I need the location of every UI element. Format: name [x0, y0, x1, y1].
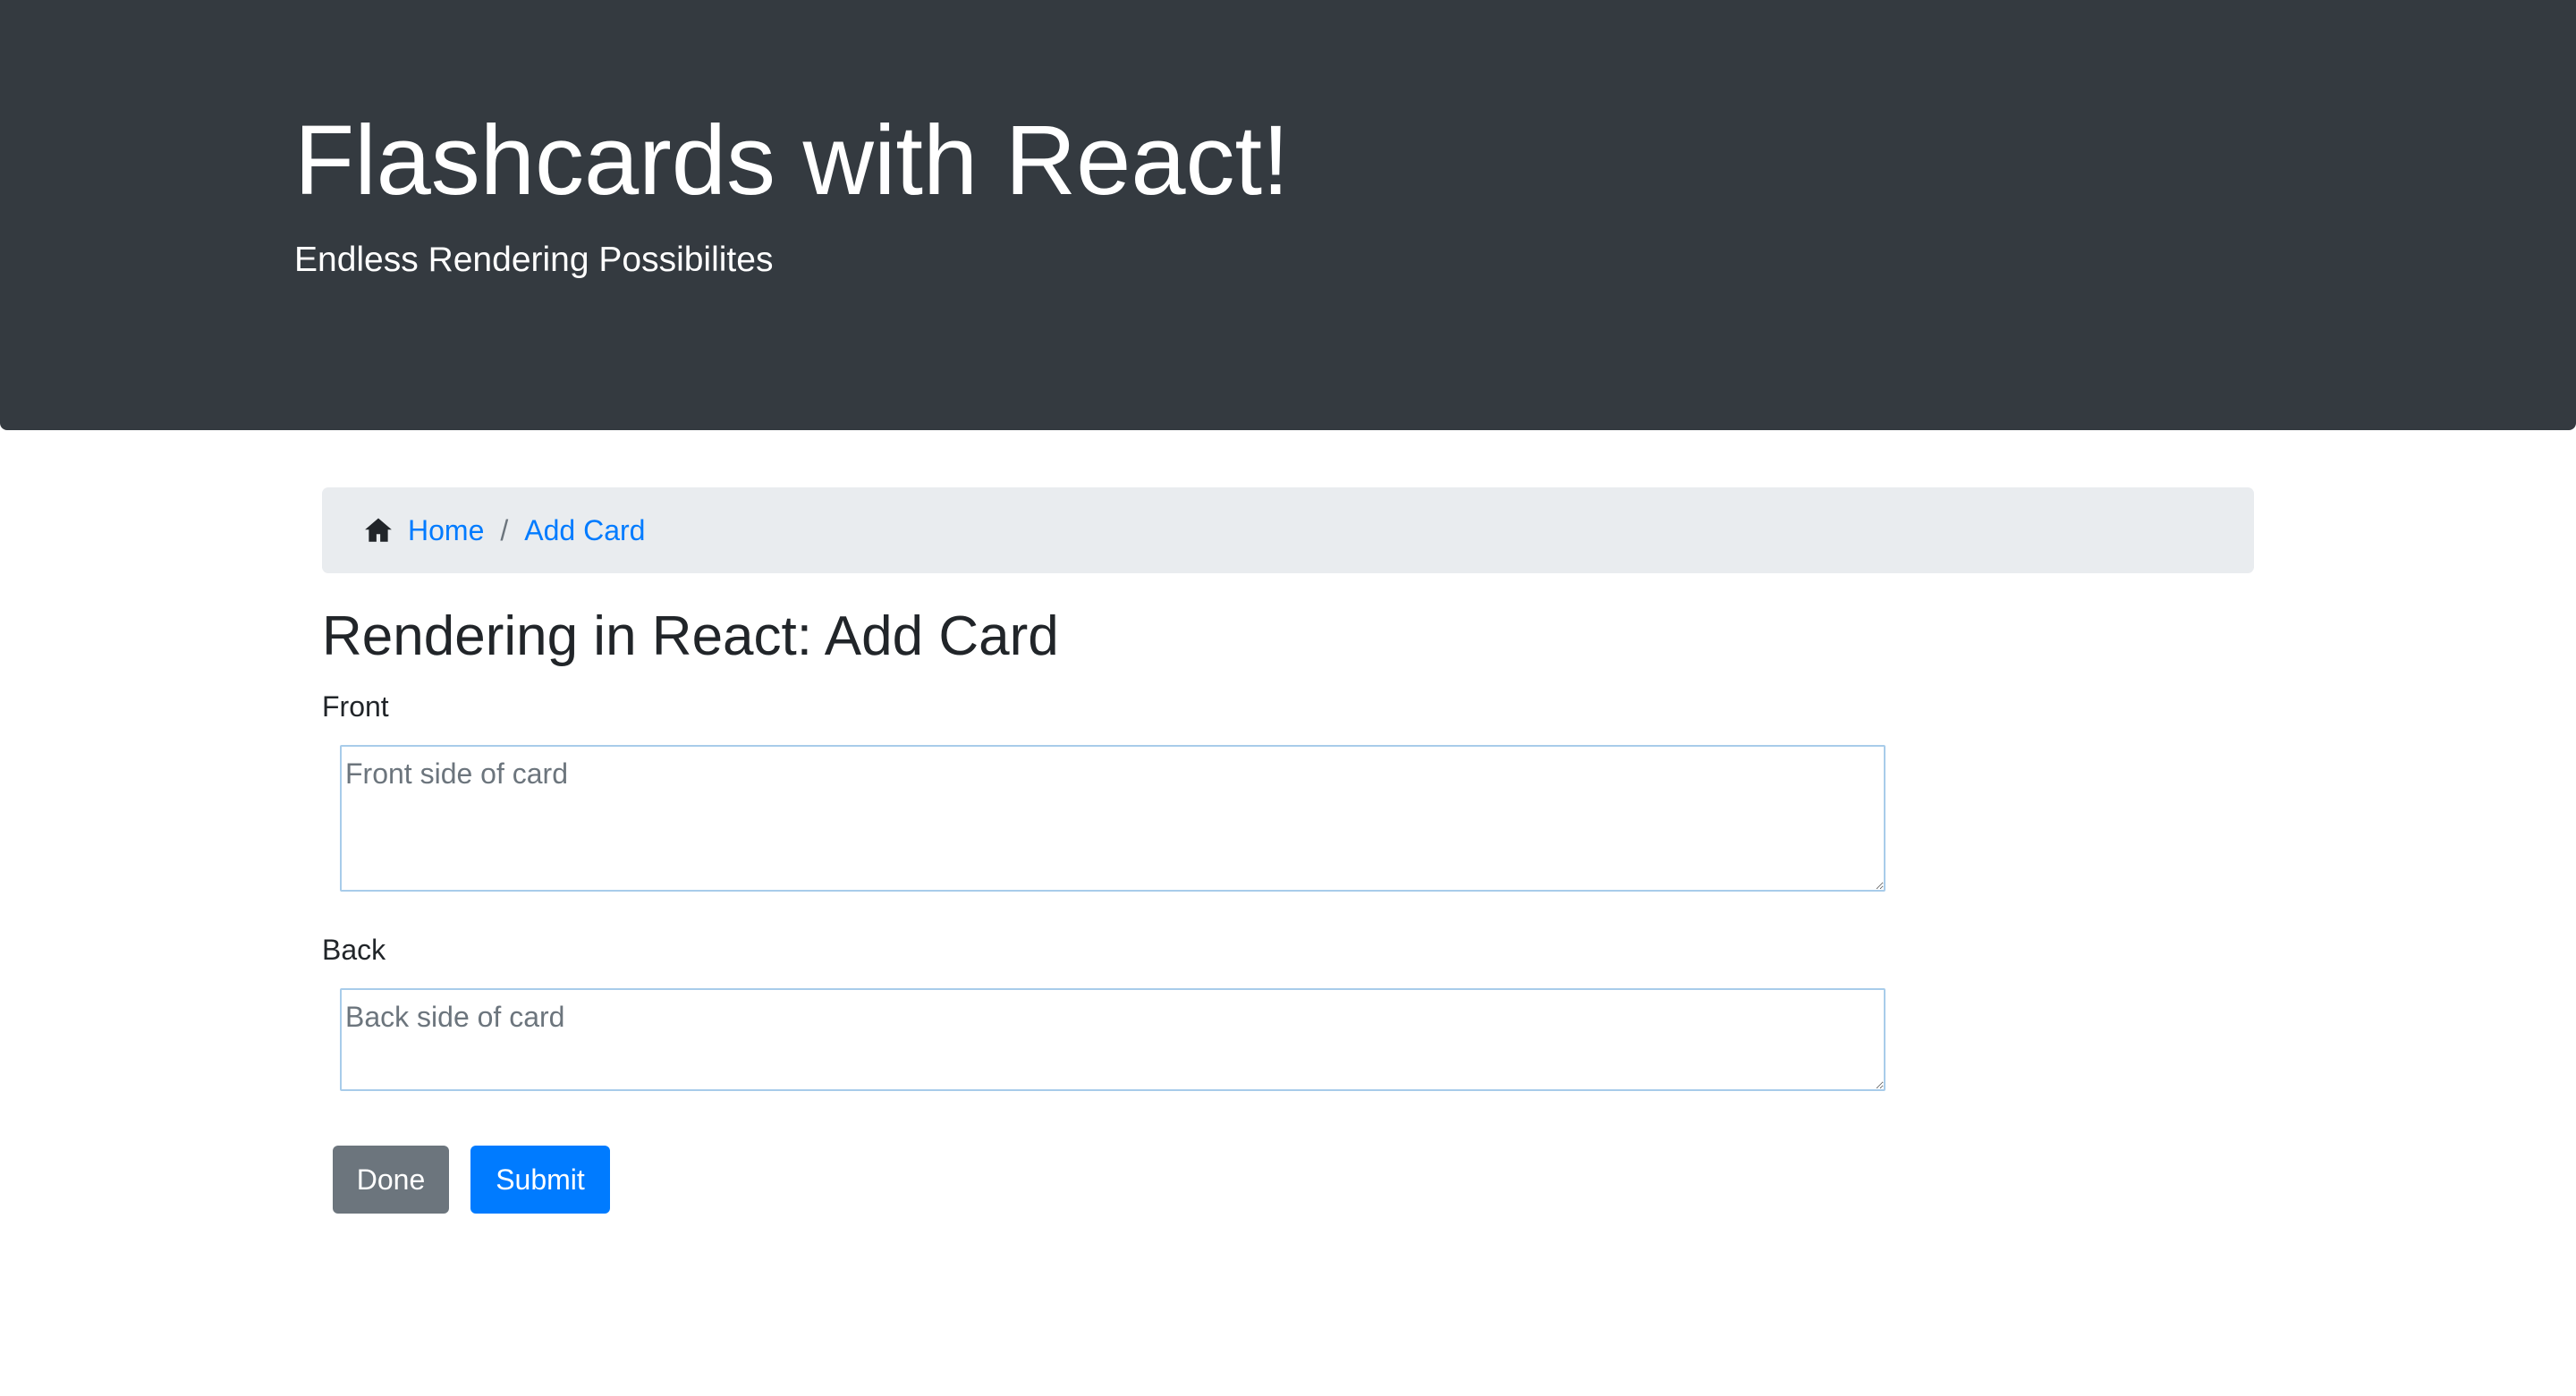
breadcrumb-add-card-link[interactable]: Add Card [524, 514, 645, 547]
front-label: Front [322, 690, 389, 723]
breadcrumb-home-link[interactable]: Home [408, 514, 484, 547]
site-subtitle: Endless Rendering Possibilites [294, 241, 774, 279]
header-jumbotron: Flashcards with React! Endless Rendering… [0, 0, 2576, 430]
back-label: Back [322, 934, 386, 966]
site-title: Flashcards with React! [294, 106, 1290, 216]
done-button[interactable]: Done [333, 1146, 449, 1214]
front-textarea[interactable] [340, 745, 1885, 892]
breadcrumb: Home / Add Card [322, 487, 2254, 573]
page-title: Rendering in React: Add Card [322, 605, 1059, 667]
breadcrumb-separator: / [500, 513, 509, 546]
submit-button[interactable]: Submit [470, 1146, 610, 1214]
back-textarea[interactable] [340, 988, 1885, 1091]
home-icon[interactable] [363, 515, 394, 546]
